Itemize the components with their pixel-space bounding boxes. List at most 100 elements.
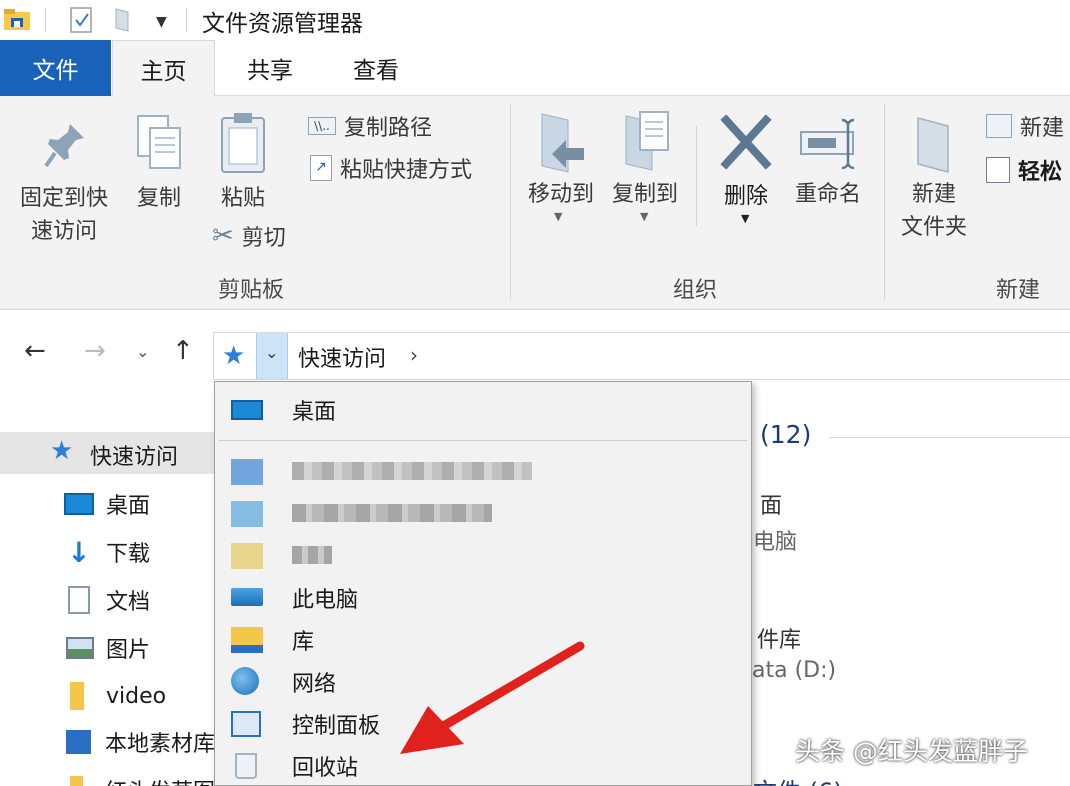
- ribbon: 固定到快 速访问 复制 粘贴 \\.. 复制路径 ↗ 粘贴快捷方式 ✂ 剪切 剪…: [0, 96, 1070, 310]
- folder-icon: [70, 682, 84, 710]
- delete-x-icon: [720, 114, 772, 170]
- tab-share[interactable]: 共享: [222, 40, 318, 96]
- tab-view[interactable]: 查看: [328, 40, 424, 96]
- tab-file[interactable]: 文件: [0, 40, 111, 96]
- nav-item-label: 图片: [106, 638, 151, 663]
- copy-path-label: 复制路径: [344, 116, 433, 141]
- document-icon: [68, 586, 90, 614]
- dropdown-item-label: 回收站: [292, 756, 359, 781]
- network-globe-icon: [231, 667, 259, 695]
- dropdown-item-label: 网络: [292, 672, 337, 697]
- nav-item-quick-access[interactable]: ★ 快速访问: [0, 432, 215, 474]
- scissors-icon: ✂: [212, 221, 234, 251]
- up-arrow-icon[interactable]: ↑: [172, 336, 194, 366]
- rename-button[interactable]: 重命名: [788, 110, 868, 230]
- customize-toolbar-icon[interactable]: ▼: [156, 14, 167, 30]
- easy-access-icon: [986, 157, 1010, 183]
- pin-label-line2: 速访问: [30, 219, 97, 244]
- title-bar: ▼ 文件资源管理器: [0, 0, 1070, 40]
- dropdown-item-hidden-2[interactable]: [215, 492, 751, 534]
- copy-to-button[interactable]: 复制到 ▼: [604, 110, 686, 230]
- nav-item-local-library[interactable]: 本地素材库: [0, 718, 215, 766]
- properties-icon[interactable]: [70, 7, 94, 33]
- rename-icon: [798, 116, 860, 172]
- frequent-folders-count: (12): [760, 420, 812, 449]
- recent-locations-chevron-icon[interactable]: ⌄: [136, 342, 149, 361]
- copy-to-label: 复制到: [611, 182, 678, 207]
- paste-button[interactable]: 粘贴: [208, 110, 278, 230]
- nav-item-pictures[interactable]: 图片: [0, 624, 215, 672]
- divider: [830, 437, 1070, 438]
- new-group-label: 新建: [996, 278, 1041, 303]
- chevron-down-icon: ▼: [554, 210, 563, 223]
- picture-icon: [66, 637, 94, 659]
- library-icon: [66, 730, 91, 754]
- folder-app-icon: [4, 9, 30, 31]
- blurred-text: [292, 462, 532, 480]
- nav-item-label: 桌面: [106, 494, 151, 519]
- divider: [45, 8, 46, 32]
- pin-icon: [44, 120, 88, 170]
- copy-label: 复制: [136, 186, 181, 211]
- blurred-icon: [231, 501, 263, 527]
- content-item-desktop[interactable]: 面: [760, 488, 782, 520]
- nav-item-documents[interactable]: 文档: [0, 576, 215, 624]
- paste-shortcut-label: 粘贴快捷方式: [340, 158, 473, 183]
- nav-item-desktop[interactable]: 桌面: [0, 480, 215, 528]
- recycle-bin-icon: [235, 753, 257, 779]
- dropdown-item-hidden-1[interactable]: [215, 450, 751, 492]
- blurred-icon: [231, 543, 263, 569]
- copy-icon: [134, 114, 186, 172]
- paste-shortcut-button[interactable]: ↗ 粘贴快捷方式: [310, 152, 472, 184]
- dropdown-item-label: 库: [292, 630, 315, 655]
- divider: [219, 440, 747, 441]
- chevron-down-icon: ▼: [741, 212, 750, 225]
- content-item-library[interactable]: 件库: [757, 622, 801, 654]
- new-item-button[interactable]: 新建: [986, 110, 1064, 142]
- address-bar[interactable]: ★ ⌄ 快速访问 ›: [213, 332, 1070, 380]
- chevron-down-icon: ▼: [640, 210, 649, 223]
- pin-to-quick-access-button[interactable]: 固定到快 速访问: [10, 114, 118, 264]
- breadcrumb-quick-access[interactable]: 快速访问: [298, 341, 386, 373]
- cut-label: 剪切: [241, 226, 286, 251]
- nav-item-red-hair-folder[interactable]: 红头发草图: [0, 766, 215, 786]
- new-folder-icon: [914, 114, 954, 174]
- dropdown-item-desktop[interactable]: 桌面: [215, 388, 751, 430]
- divider: [696, 126, 697, 226]
- new-item-label: 新建: [1020, 116, 1065, 141]
- blurred-icon: [231, 459, 263, 485]
- easy-access-label: 轻松: [1018, 160, 1063, 185]
- dropdown-item-this-pc[interactable]: 此电脑: [215, 576, 751, 618]
- new-item-icon: [986, 114, 1012, 138]
- copy-button[interactable]: 复制: [126, 114, 192, 234]
- nav-item-label: 红头发草图: [105, 774, 215, 786]
- desktop-icon: [231, 400, 263, 420]
- content-item-data-drive[interactable]: ata (D:): [752, 658, 836, 683]
- move-to-label: 移动到: [527, 182, 594, 207]
- delete-button[interactable]: 删除 ▼: [708, 110, 784, 240]
- nav-item-video-folder[interactable]: video: [0, 672, 215, 720]
- new-folder-quick-icon[interactable]: [114, 7, 136, 33]
- cut-button[interactable]: ✂ 剪切: [212, 220, 286, 252]
- dropdown-item-hidden-3[interactable]: [215, 534, 751, 576]
- address-dropdown-button[interactable]: ⌄: [256, 333, 288, 379]
- forward-arrow-icon[interactable]: →: [84, 336, 106, 366]
- nav-item-label: 文档: [106, 590, 151, 615]
- copy-path-button[interactable]: \\.. 复制路径: [308, 110, 432, 142]
- breadcrumb-chevron-icon[interactable]: ›: [410, 343, 418, 367]
- ribbon-tabs: 文件 主页 共享 查看: [0, 40, 1070, 97]
- dropdown-item-label: 控制面板: [292, 714, 381, 739]
- tab-home[interactable]: 主页: [112, 40, 215, 97]
- new-folder-button[interactable]: 新建 文件夹: [892, 110, 976, 260]
- nav-item-downloads[interactable]: ↓ 下载: [0, 528, 215, 576]
- paste-label: 粘贴: [220, 186, 265, 211]
- computer-icon: [231, 588, 263, 606]
- back-arrow-icon[interactable]: ←: [24, 336, 46, 366]
- easy-access-button[interactable]: 轻松: [986, 154, 1062, 186]
- move-to-button[interactable]: 移动到 ▼: [520, 110, 602, 230]
- dropdown-item-label: 此电脑: [292, 588, 359, 613]
- dropdown-item-label: 桌面: [292, 400, 337, 425]
- blurred-text: [292, 546, 332, 564]
- content-item-this-pc[interactable]: 电脑: [753, 524, 797, 556]
- delete-label: 删除: [723, 184, 768, 209]
